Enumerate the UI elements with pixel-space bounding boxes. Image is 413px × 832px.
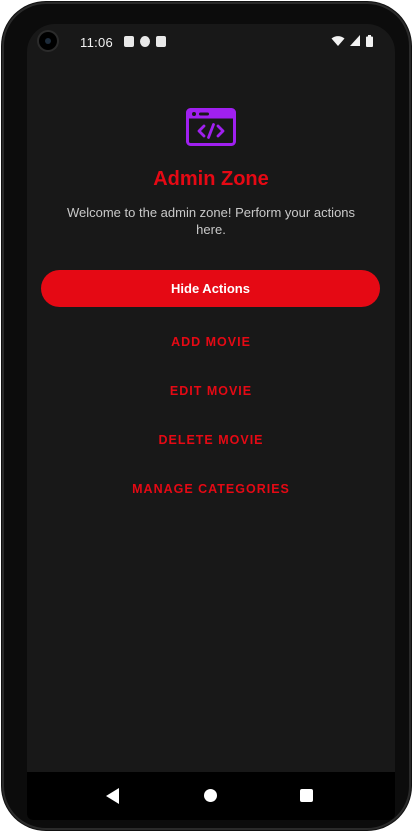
system-icons bbox=[331, 35, 373, 47]
edit-movie-button[interactable]: EDIT MOVIE bbox=[27, 384, 395, 398]
wifi-icon bbox=[331, 36, 345, 46]
page-title: Admin Zone bbox=[153, 168, 269, 190]
delete-movie-button[interactable]: DELETE MOVIE bbox=[27, 433, 395, 447]
home-icon[interactable] bbox=[204, 789, 217, 802]
camera-cutout bbox=[39, 32, 57, 50]
page-subtitle: Welcome to the admin zone! Perform your … bbox=[66, 205, 356, 237]
notification-f-icon bbox=[140, 36, 150, 47]
signal-icon bbox=[350, 35, 360, 46]
battery-icon bbox=[366, 35, 373, 47]
notification-a-icon bbox=[124, 36, 134, 47]
notification-icons bbox=[124, 36, 166, 47]
code-window-icon bbox=[186, 108, 236, 146]
manage-categories-button[interactable]: MANAGE CATEGORIES bbox=[27, 482, 395, 496]
hide-actions-button[interactable]: Hide Actions bbox=[41, 270, 380, 307]
status-bar: 11:06 bbox=[27, 24, 395, 64]
back-icon[interactable] bbox=[106, 788, 119, 804]
phone-frame: 11:06 Admin Zone Welcome to the admin zo… bbox=[2, 2, 411, 830]
screen: 11:06 Admin Zone Welcome to the admin zo… bbox=[27, 24, 395, 820]
recents-icon[interactable] bbox=[300, 789, 313, 802]
navigation-bar bbox=[27, 772, 395, 820]
sd-card-icon bbox=[156, 36, 166, 47]
add-movie-button[interactable]: ADD MOVIE bbox=[27, 335, 395, 349]
status-time: 11:06 bbox=[80, 35, 114, 50]
